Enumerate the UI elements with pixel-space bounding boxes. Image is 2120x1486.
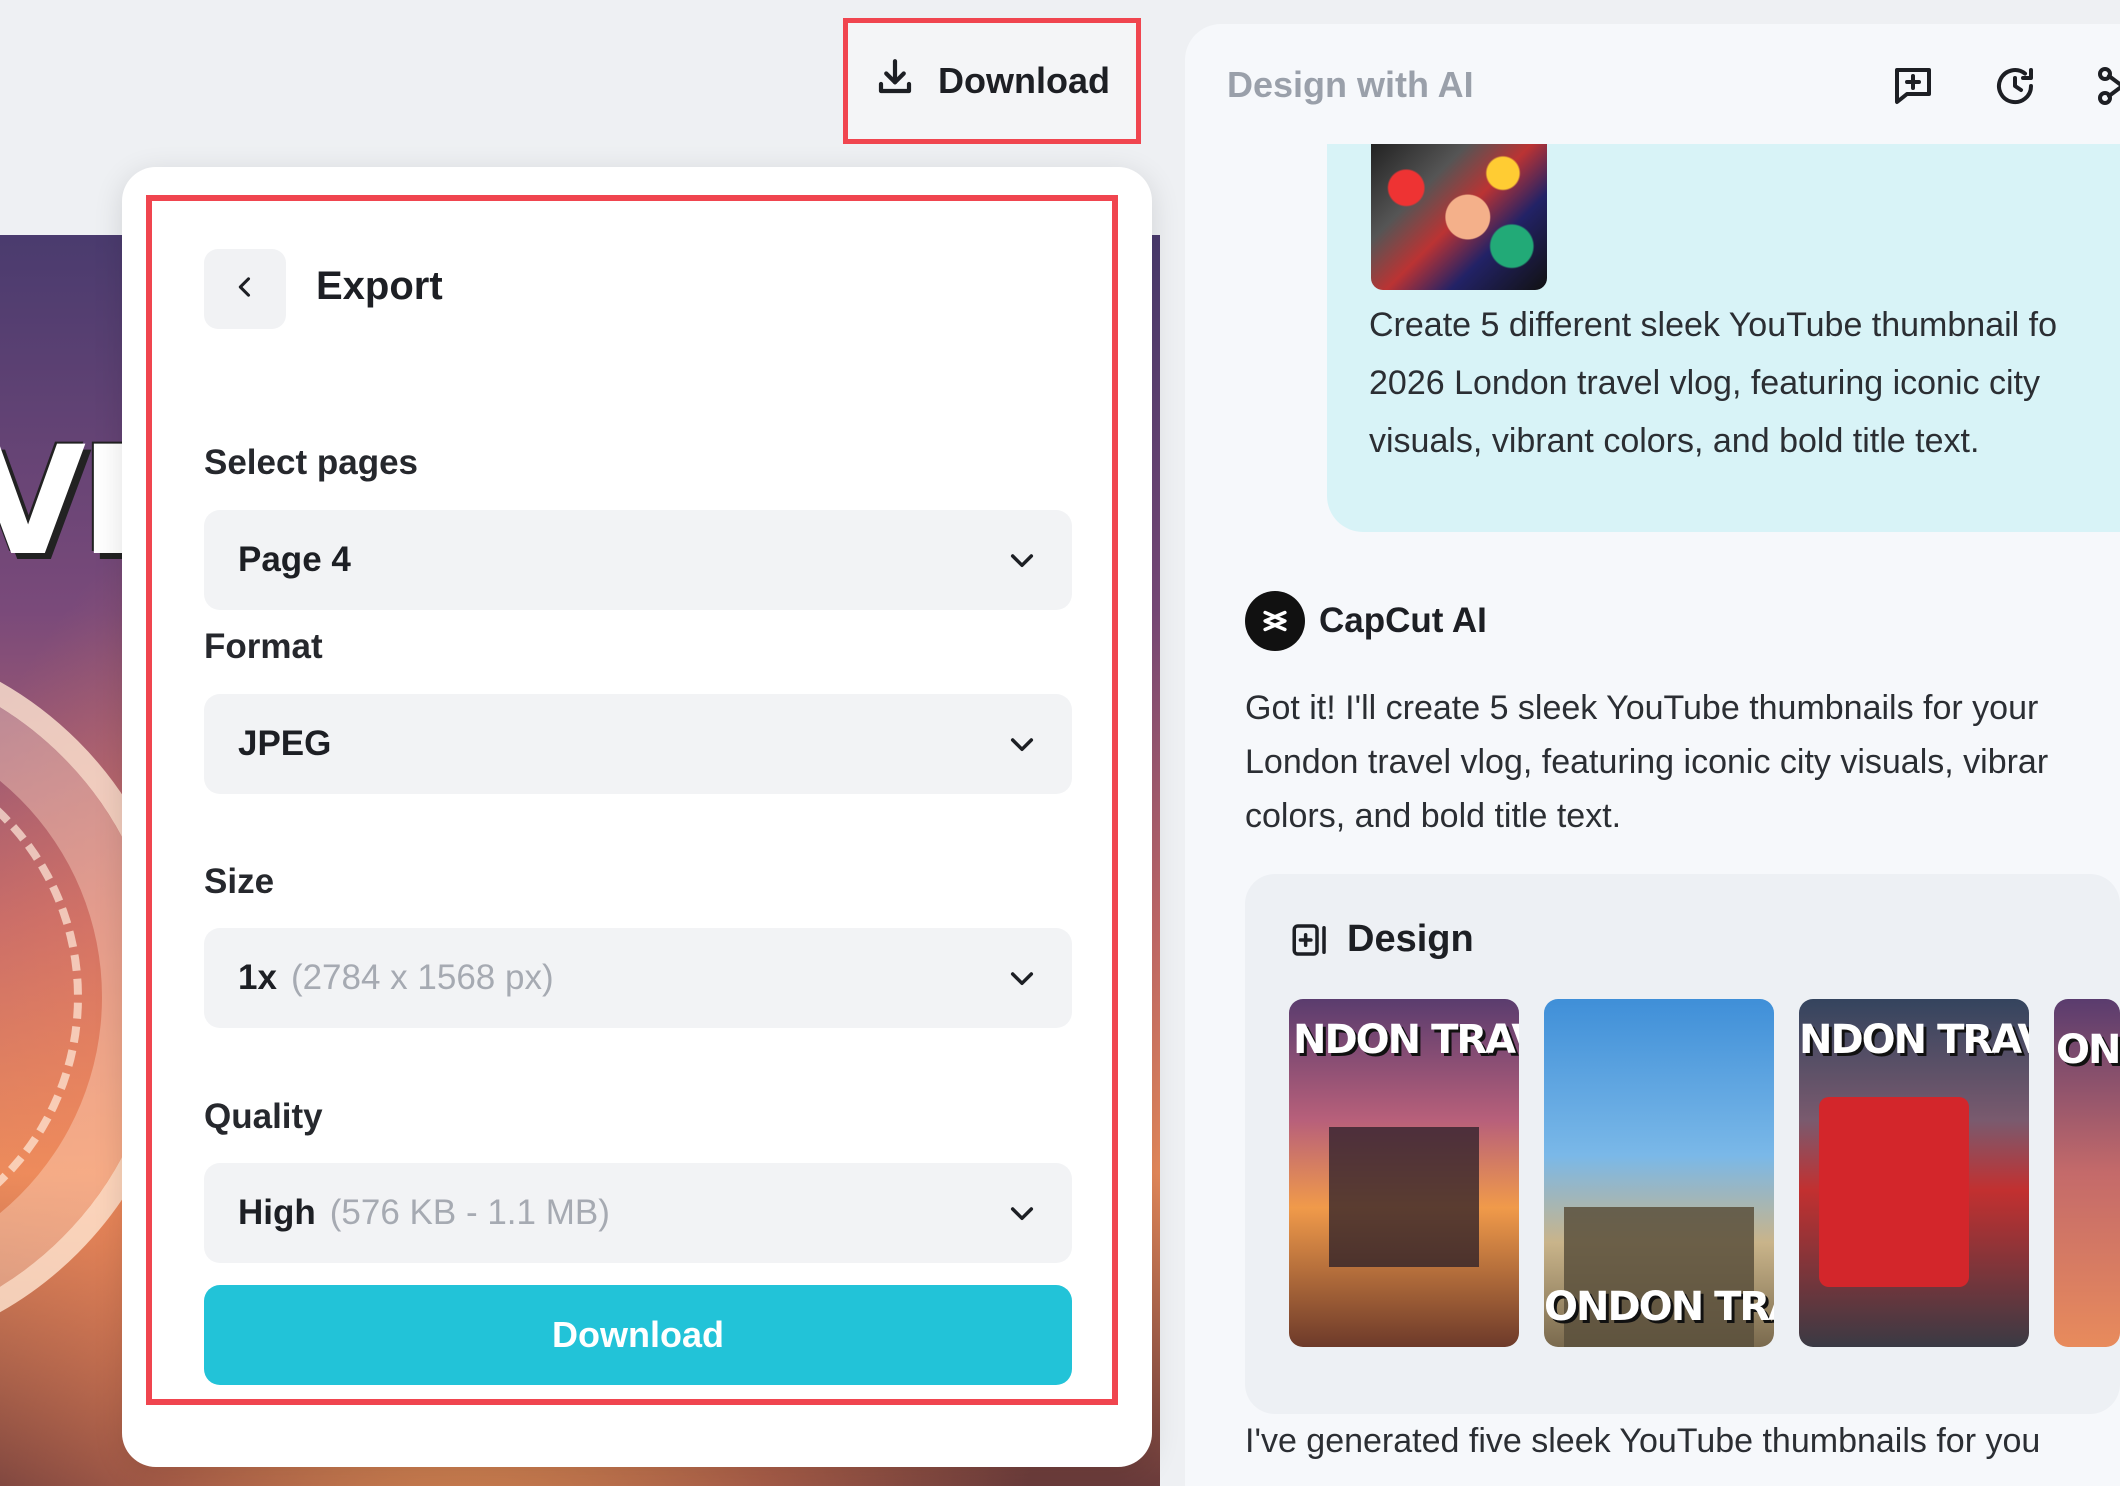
top-download-button[interactable]: Download	[843, 18, 1141, 144]
thumbnail-title: ON	[2056, 1027, 2120, 1073]
size-label: Size	[204, 862, 275, 901]
user-message-line: visuals, vibrant colors, and bold title …	[1369, 422, 1980, 460]
design-thumbnail[interactable]: NDON TRAV	[1799, 999, 2029, 1347]
assistant-name: CapCut AI	[1319, 601, 1487, 640]
design-thumbnail[interactable]: ONDON TRAVE	[1544, 999, 1774, 1347]
quality-detail: (576 KB - 1.1 MB)	[329, 1193, 610, 1232]
select-pages-dropdown[interactable]: Page 4	[204, 510, 1072, 610]
red-bus-graphic	[1819, 1097, 1969, 1287]
assistant-reply: Got it! I'll create 5 sleek YouTube thum…	[1245, 681, 2120, 843]
chevron-left-icon	[231, 273, 259, 306]
thumbnail-title: NDON TRAV	[1799, 1017, 2029, 1063]
size-dropdown[interactable]: 1x (2784 x 1568 px)	[204, 928, 1072, 1028]
size-detail: (2784 x 1568 px)	[290, 958, 554, 997]
chevron-down-icon	[1010, 554, 1034, 568]
capcut-logo-icon	[1245, 591, 1305, 651]
thumbnail-title: ONDON TRAVE	[1544, 1284, 1774, 1330]
assistant-reply-line: colors, and bold title text.	[1245, 797, 1622, 835]
user-attached-image[interactable]	[1371, 144, 1547, 290]
chevron-down-icon	[1010, 738, 1034, 752]
download-icon	[874, 56, 916, 107]
format-value: JPEG	[238, 724, 332, 763]
assistant-reply-line: London travel vlog, featuring iconic cit…	[1245, 743, 2049, 781]
format-label: Format	[204, 627, 323, 666]
export-panel	[122, 167, 1152, 1467]
top-download-label: Download	[938, 60, 1110, 101]
select-pages-label: Select pages	[204, 443, 418, 482]
design-icon	[1292, 923, 1326, 956]
assistant-followup-text: I've generated five sleek YouTube thumbn…	[1245, 1422, 2041, 1460]
chevron-down-icon	[1010, 972, 1034, 986]
design-thumbnail[interactable]: ON	[2054, 999, 2120, 1347]
user-message-line: 2026 London travel vlog, featuring iconi…	[1369, 364, 2040, 402]
assistant-author: CapCut AI	[1245, 591, 1487, 651]
ai-panel-title: Design with AI	[1227, 64, 1474, 105]
size-value: 1x	[238, 958, 277, 997]
history-icon[interactable]	[1991, 62, 2039, 110]
assistant-reply-line: Got it! I'll create 5 sleek YouTube thum…	[1245, 689, 2039, 727]
export-title: Export	[316, 264, 443, 308]
back-button[interactable]	[204, 249, 286, 329]
thumbnail-title: NDON TRAV	[1293, 1017, 1519, 1063]
share-icon[interactable]	[2093, 62, 2120, 110]
design-card-heading: Design	[1347, 918, 1474, 960]
format-dropdown[interactable]: JPEG	[204, 694, 1072, 794]
user-message-text: Create 5 different sleek YouTube thumbna…	[1369, 296, 2120, 470]
new-chat-icon[interactable]	[1889, 62, 1937, 110]
quality-dropdown[interactable]: High (576 KB - 1.1 MB)	[204, 1163, 1072, 1263]
design-thumbnail[interactable]: NDON TRAV	[1289, 999, 1519, 1347]
tower-bridge-graphic	[1329, 1127, 1479, 1267]
select-pages-value: Page 4	[238, 540, 351, 579]
quality-label: Quality	[204, 1097, 323, 1136]
user-message-line: Create 5 different sleek YouTube thumbna…	[1369, 306, 2058, 344]
export-download-button[interactable]: Download	[204, 1285, 1072, 1385]
chevron-down-icon	[1010, 1207, 1034, 1221]
quality-value: High	[238, 1193, 316, 1232]
design-card-header: Design	[1289, 918, 1474, 961]
ai-panel-header: Design with AI	[1185, 24, 2120, 144]
